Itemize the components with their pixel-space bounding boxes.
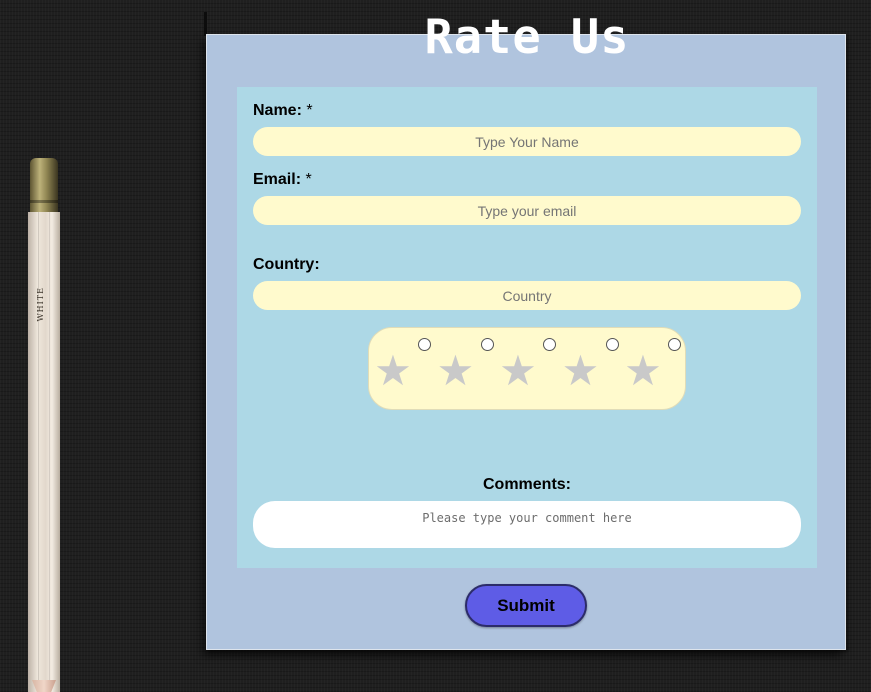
form-panel: Name: * Email: * Country: ★ ★ ★ ★ ★ Comments… (237, 87, 817, 568)
page-title: Rate Us (424, 10, 630, 65)
star-icon[interactable]: ★ (496, 346, 540, 396)
star-icon[interactable]: ★ (434, 346, 478, 396)
star-radio-2[interactable] (480, 338, 494, 351)
pencil-body: WHITE (28, 212, 60, 692)
star-radio-3[interactable] (543, 338, 556, 351)
star-radio-5[interactable] (668, 338, 681, 351)
star-rating: ★ ★ ★ ★ ★ (368, 327, 686, 410)
submit-button[interactable]: Submit (465, 584, 587, 627)
pencil-brand-text: WHITE (36, 287, 45, 322)
star-option-1[interactable]: ★ (371, 328, 431, 411)
email-required-mark: * (305, 171, 312, 188)
star-radio-4[interactable] (605, 338, 619, 351)
comments-label: Comments: (482, 476, 571, 493)
star-radio-1[interactable] (418, 338, 431, 351)
name-label: Name: * (253, 102, 313, 120)
country-input[interactable] (253, 281, 801, 310)
star-option-4[interactable]: ★ (559, 328, 619, 411)
pencil-ferrule (30, 158, 58, 214)
rating-form-card: Rate Us Name: * Email: * Country: ★ ★ ★ ★ ★ … (206, 12, 846, 650)
name-input[interactable] (253, 127, 801, 156)
email-label: Email: * (253, 171, 312, 189)
star-icon[interactable]: ★ (559, 346, 603, 396)
email-input[interactable] (253, 196, 801, 225)
star-option-5[interactable]: ★ (621, 328, 681, 411)
country-label: Country: (253, 256, 320, 273)
name-required-mark: * (306, 102, 313, 119)
star-icon[interactable]: ★ (621, 346, 665, 396)
pencil-image: WHITE (27, 158, 61, 692)
email-label-text: Email: (253, 171, 302, 188)
star-option-2[interactable]: ★ (434, 328, 494, 411)
comments-textarea[interactable] (253, 501, 801, 548)
star-option-3[interactable]: ★ (496, 328, 556, 411)
name-label-text: Name: (253, 102, 302, 119)
star-icon[interactable]: ★ (371, 346, 415, 396)
